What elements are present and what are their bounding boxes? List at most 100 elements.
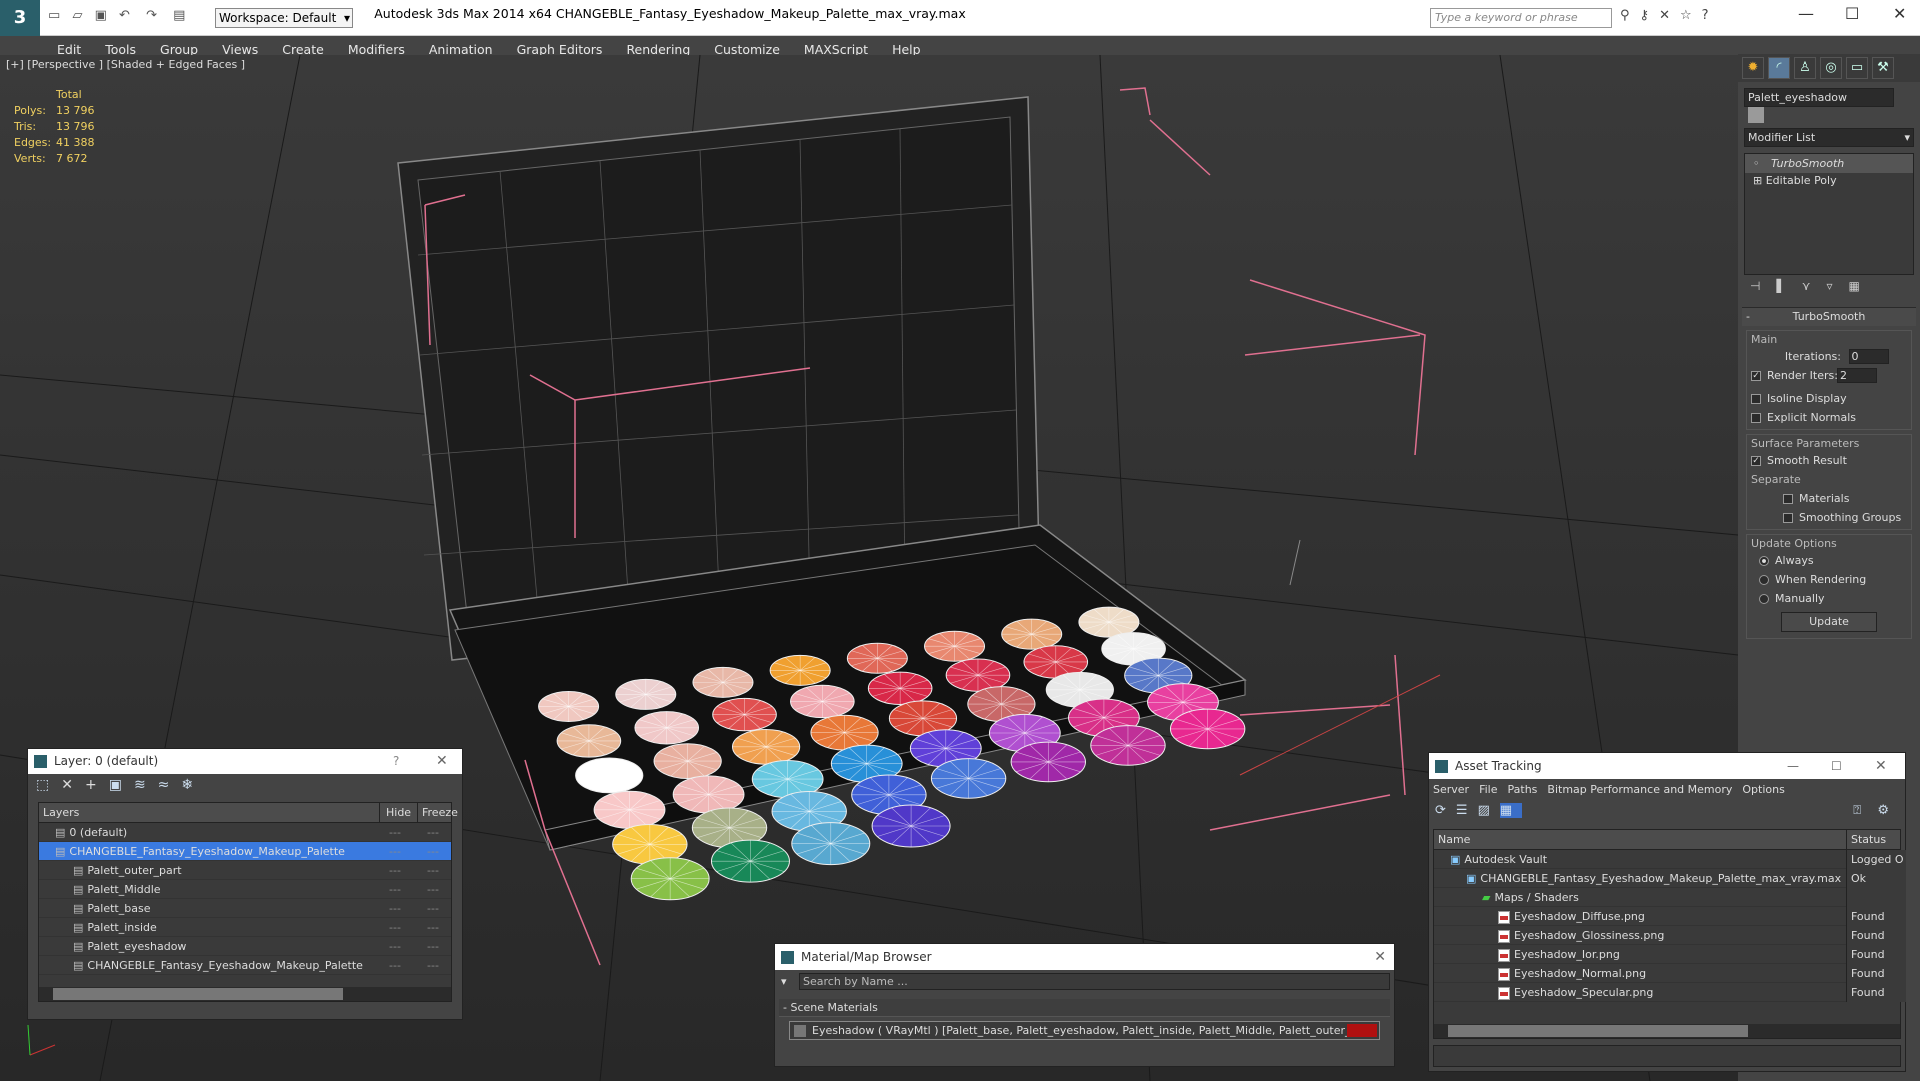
layer-row[interactable]: ▤ Palett_Middle --- --- xyxy=(39,880,451,899)
display-tab-icon[interactable]: ▭ xyxy=(1846,57,1868,79)
explicit-normals-checkbox[interactable] xyxy=(1751,413,1761,423)
motion-tab-icon[interactable]: ◎ xyxy=(1820,57,1842,79)
smooth-result-checkbox[interactable]: ✓ xyxy=(1751,456,1761,466)
layer-row[interactable]: ▤ CHANGEBLE_Fantasy_Eyeshadow_Makeup_Pale… xyxy=(39,956,451,975)
utilities-tab-icon[interactable]: ⚒ xyxy=(1872,57,1894,79)
new-layer-icon[interactable]: ⬚ xyxy=(36,777,61,793)
freeze-all-icon[interactable]: ❄ xyxy=(181,777,205,793)
table-view-icon[interactable]: ▦ xyxy=(1499,803,1523,818)
asset-menu-bitmap-performance[interactable]: Bitmap Performance and Memory xyxy=(1547,783,1732,796)
hide-toggle-icon[interactable]: --- xyxy=(389,861,401,880)
object-name-field[interactable]: Palett_eyeshadow xyxy=(1744,88,1894,107)
freeze-toggle-icon[interactable]: --- xyxy=(427,899,439,918)
iterations-spinner[interactable]: 0 xyxy=(1848,349,1889,364)
horizontal-scrollbar[interactable] xyxy=(39,987,451,1001)
material-search-input[interactable]: Search by Name ... xyxy=(799,973,1390,990)
when-rendering-radio[interactable] xyxy=(1759,575,1769,585)
asset-row[interactable]: ▰ Maps / Shaders xyxy=(1434,888,1906,907)
layer-row[interactable]: ▤ Palett_outer_part --- --- xyxy=(39,861,451,880)
render-iters-spinner[interactable]: 2 xyxy=(1837,368,1877,383)
viewport-label[interactable]: [+] [Perspective ] [Shaded + Edged Faces… xyxy=(6,58,245,71)
help-icon[interactable]: ? xyxy=(1702,8,1719,23)
hide-toggle-icon[interactable]: --- xyxy=(389,880,401,899)
close-icon[interactable]: ✕ xyxy=(436,749,448,774)
close-icon[interactable]: ✕ xyxy=(1875,753,1887,779)
material-list-item[interactable]: Eyeshadow ( VRayMtl ) [Palett_base, Pale… xyxy=(789,1021,1380,1040)
freeze-toggle-icon[interactable]: --- xyxy=(427,956,439,975)
asset-row[interactable]: Eyeshadow_Ior.png Found xyxy=(1434,945,1906,964)
layer-window-titlebar[interactable]: Layer: 0 (default) ? ✕ xyxy=(28,749,462,774)
material-browser-titlebar[interactable]: Material/Map Browser ✕ xyxy=(775,944,1394,970)
hide-toggle-icon[interactable]: --- xyxy=(389,918,401,937)
column-name[interactable]: Name xyxy=(1434,833,1470,846)
freeze-toggle-icon[interactable]: --- xyxy=(427,842,439,861)
maximize-button[interactable]: ☐ xyxy=(1845,4,1859,23)
search-input[interactable]: Type a keyword or phrase xyxy=(1430,8,1612,28)
always-radio[interactable] xyxy=(1759,556,1769,566)
minimize-button[interactable]: — xyxy=(1787,753,1799,779)
isoline-checkbox[interactable] xyxy=(1751,394,1761,404)
delete-layer-icon[interactable]: ✕ xyxy=(61,777,85,793)
close-icon[interactable]: ✕ xyxy=(1374,944,1386,970)
thumbnail-view-icon[interactable]: ▨ xyxy=(1478,803,1500,818)
hide-toggle-icon[interactable]: --- xyxy=(389,899,401,918)
help-icon[interactable]: ? xyxy=(393,749,399,774)
server-help-icon[interactable]: ⍰ xyxy=(1853,803,1871,818)
scene-materials-section[interactable]: - Scene Materials xyxy=(779,999,1390,1017)
expand-icon[interactable]: ⊞ xyxy=(1753,174,1762,187)
pin-stack-icon[interactable]: ⊣ xyxy=(1750,279,1776,293)
modifier-stack[interactable]: ◦ TurboSmooth ⊞ Editable Poly xyxy=(1744,153,1914,275)
refresh-icon[interactable]: ⟳ xyxy=(1435,803,1456,818)
remove-modifier-icon[interactable]: ▿ xyxy=(1826,279,1848,293)
show-end-result-icon[interactable]: ▌ xyxy=(1776,279,1801,293)
layer-row[interactable]: ▤ 0 (default) --- --- xyxy=(39,823,451,842)
hierarchy-tab-icon[interactable]: ♙ xyxy=(1794,57,1816,79)
close-button[interactable]: ✕ xyxy=(1893,4,1906,23)
asset-path-field[interactable] xyxy=(1433,1045,1901,1067)
column-hide[interactable]: Hide xyxy=(379,803,417,823)
asset-row[interactable]: ▣ Autodesk Vault Logged O xyxy=(1434,850,1906,869)
update-button[interactable]: Update xyxy=(1781,612,1877,632)
rollout-header[interactable]: - TurboSmooth xyxy=(1742,308,1916,326)
modify-tab-icon[interactable]: ◜ xyxy=(1768,57,1790,79)
asset-row[interactable]: Eyeshadow_Diffuse.png Found xyxy=(1434,907,1906,926)
hide-toggle-icon[interactable]: --- xyxy=(389,937,401,956)
stack-item-editable-poly[interactable]: ⊞ Editable Poly xyxy=(1745,173,1913,189)
list-view-icon[interactable]: ☰ xyxy=(1456,803,1478,818)
hide-toggle-icon[interactable]: --- xyxy=(389,823,401,842)
manually-radio[interactable] xyxy=(1759,594,1769,604)
select-objects-icon[interactable]: ▣ xyxy=(109,777,134,793)
object-color-swatch[interactable] xyxy=(1748,107,1764,123)
asset-row[interactable]: Eyeshadow_Specular.png Found xyxy=(1434,983,1906,1002)
key-icon[interactable]: ⚷ xyxy=(1640,8,1660,23)
highlight-layer-icon[interactable]: ≋ xyxy=(134,777,158,793)
star-icon[interactable]: ☆ xyxy=(1680,8,1702,23)
asset-menu-file[interactable]: File xyxy=(1479,783,1497,796)
column-freeze[interactable]: Freeze xyxy=(417,803,458,823)
stack-item-turbosmooth[interactable]: ◦ TurboSmooth xyxy=(1745,154,1913,173)
freeze-toggle-icon[interactable]: --- xyxy=(427,823,439,842)
smoothing-groups-checkbox[interactable] xyxy=(1783,513,1793,523)
layer-row[interactable]: ▤ CHANGEBLE_Fantasy_Eyeshadow_Makeup_Pale… xyxy=(39,842,451,861)
layer-row[interactable]: ▤ Palett_inside --- --- xyxy=(39,918,451,937)
render-iters-checkbox[interactable]: ✓ xyxy=(1751,371,1761,381)
asset-tracking-titlebar[interactable]: Asset Tracking — ☐ ✕ xyxy=(1429,753,1905,779)
layer-row[interactable]: ▤ Palett_base --- --- xyxy=(39,899,451,918)
tools-icon[interactable]: ✕ xyxy=(1659,8,1680,23)
asset-menu-options[interactable]: Options xyxy=(1742,783,1784,796)
binoculars-icon[interactable]: ⚲ xyxy=(1620,8,1640,23)
asset-row[interactable]: ▣ CHANGEBLE_Fantasy_Eyeshadow_Makeup_Pale… xyxy=(1434,869,1906,888)
options-arrow-icon[interactable]: ▾ xyxy=(781,975,787,988)
materials-checkbox[interactable] xyxy=(1783,494,1793,504)
asset-row[interactable]: Eyeshadow_Glossiness.png Found xyxy=(1434,926,1906,945)
freeze-toggle-icon[interactable]: --- xyxy=(427,937,439,956)
freeze-toggle-icon[interactable]: --- xyxy=(427,918,439,937)
maximize-button[interactable]: ☐ xyxy=(1831,753,1842,779)
freeze-toggle-icon[interactable]: --- xyxy=(427,880,439,899)
asset-menu-paths[interactable]: Paths xyxy=(1508,783,1538,796)
horizontal-scrollbar[interactable] xyxy=(1434,1024,1900,1038)
minimize-button[interactable]: — xyxy=(1798,4,1814,23)
asset-menu-server[interactable]: Server xyxy=(1433,783,1469,796)
layer-row[interactable]: ▤ Palett_eyeshadow --- --- xyxy=(39,937,451,956)
hide-toggle-icon[interactable]: --- xyxy=(389,956,401,975)
